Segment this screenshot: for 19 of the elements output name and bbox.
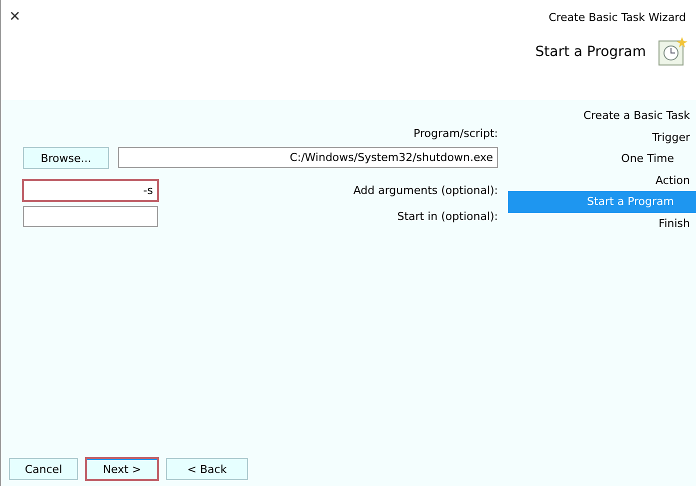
wizard-step[interactable]: Finish (508, 212, 696, 234)
page-heading: Start a Program (535, 44, 646, 60)
window-title: Create Basic Task Wizard (548, 10, 686, 24)
wizard-step[interactable]: Create a Basic Task (508, 105, 696, 126)
field-label: Start in (optional): (397, 210, 498, 224)
browse-button[interactable]: Browse... (23, 147, 109, 169)
wizard-step[interactable]: Trigger (508, 126, 696, 148)
input-field[interactable] (23, 206, 158, 227)
task-clock-icon (658, 37, 688, 67)
wizard-step[interactable]: Action (508, 170, 696, 191)
field-label: Add arguments (optional): (353, 184, 498, 198)
close-button[interactable]: ✕ (9, 9, 21, 25)
wizard-button[interactable]: Next > (86, 458, 158, 480)
wizard-step[interactable]: One Time (508, 148, 696, 170)
input-field[interactable]: -s (23, 180, 158, 201)
wizard-button[interactable]: < Back (166, 458, 248, 480)
wizard-button[interactable]: Cancel (9, 458, 78, 480)
program-input[interactable]: C:/Windows/System32/shutdown.exe (118, 147, 498, 168)
field-label: Program/script: (412, 127, 498, 141)
